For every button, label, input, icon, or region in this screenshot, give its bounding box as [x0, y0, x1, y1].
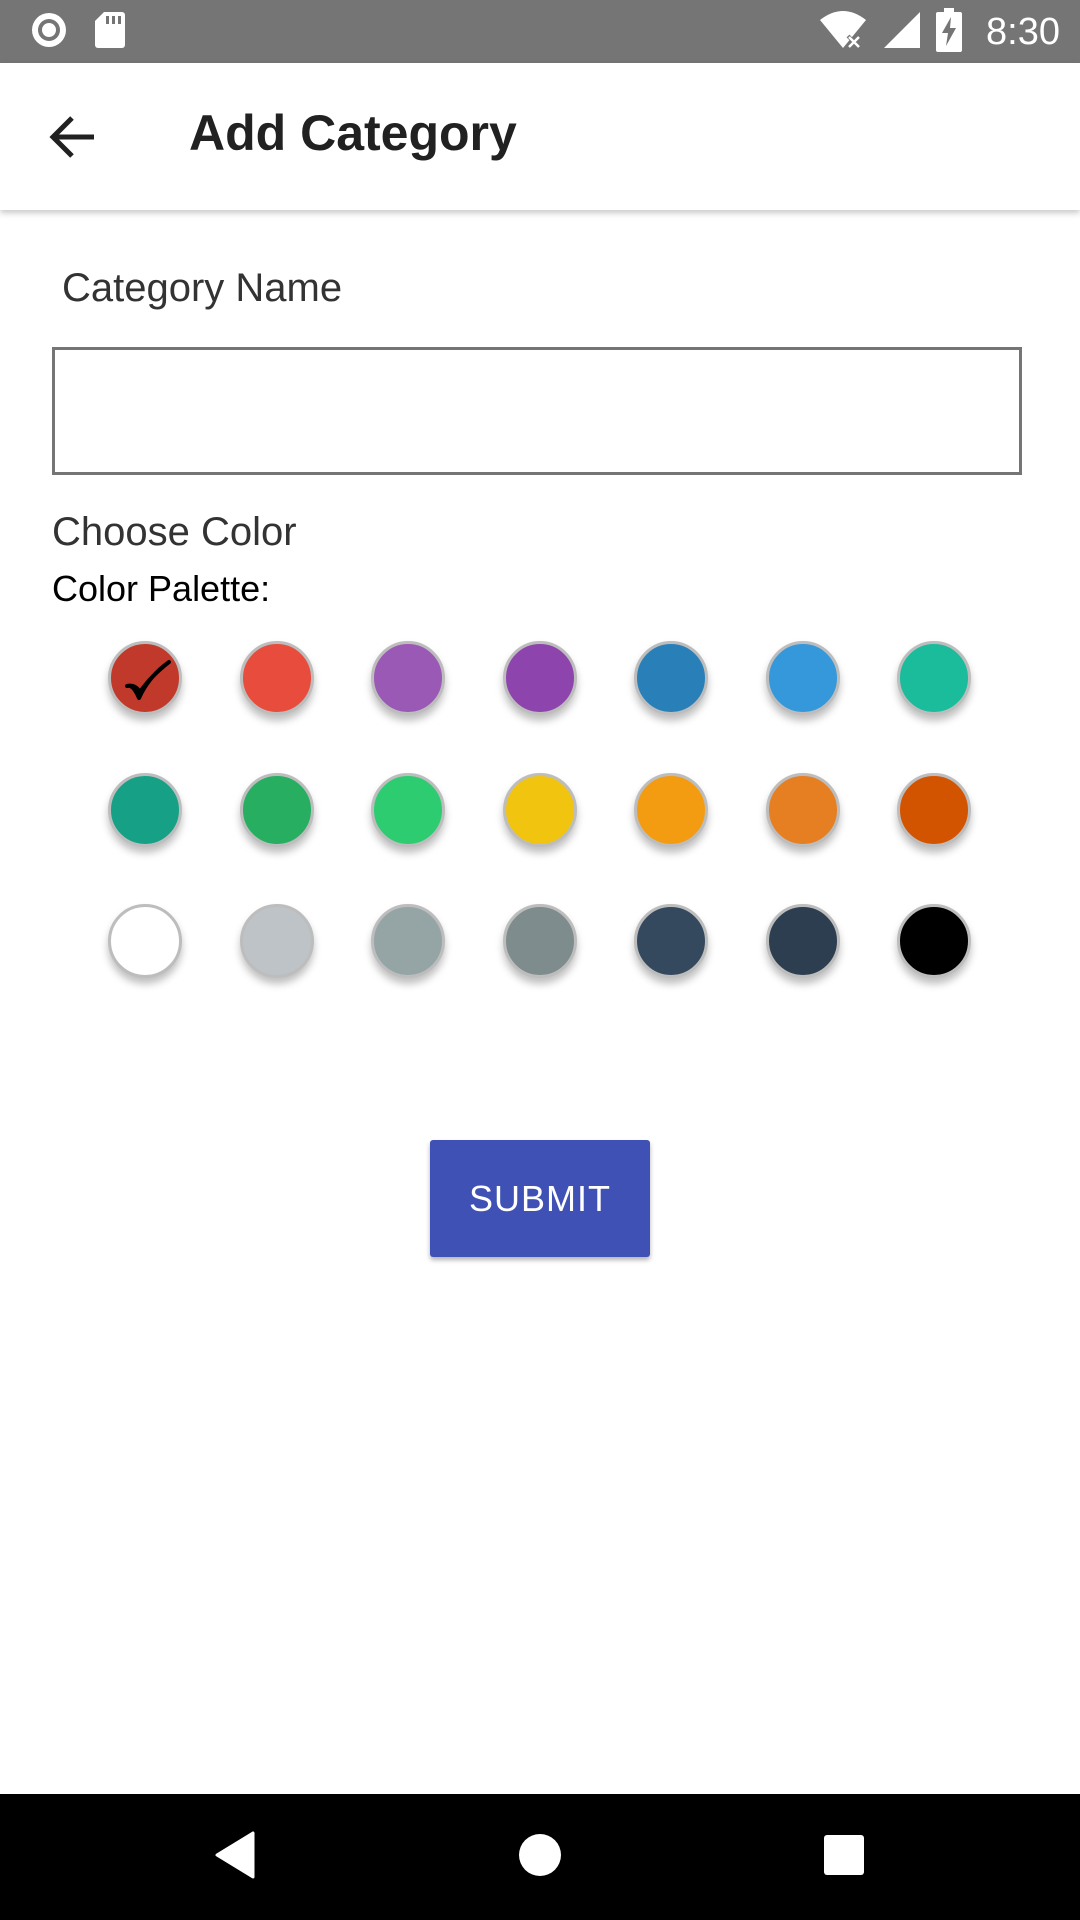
color-swatch[interactable]	[371, 772, 445, 847]
check-icon	[125, 660, 171, 700]
color-swatch[interactable]	[634, 904, 708, 978]
color-swatch[interactable]	[108, 904, 182, 978]
color-swatch[interactable]	[502, 904, 577, 978]
navigation-bar	[0, 1794, 1080, 1920]
nav-home-button[interactable]	[507, 1824, 573, 1890]
back-triangle-icon	[213, 1831, 257, 1884]
nav-back-button[interactable]	[202, 1824, 268, 1890]
submit-button[interactable]: SUBMIT	[430, 1140, 650, 1257]
color-swatch[interactable]	[239, 641, 314, 715]
choose-color-label: Choose Color	[52, 510, 297, 554]
recents-square-icon	[823, 1834, 865, 1881]
color-swatch[interactable]	[634, 772, 708, 847]
color-palette-label: Color Palette:	[52, 568, 271, 609]
color-swatch[interactable]	[502, 641, 577, 715]
color-swatch[interactable]	[634, 641, 708, 715]
color-swatch[interactable]	[897, 904, 971, 978]
wifi-icon	[818, 10, 868, 55]
color-swatch[interactable]	[239, 772, 314, 847]
page-title: Add Category	[189, 105, 517, 161]
color-swatch[interactable]	[239, 904, 314, 978]
back-button[interactable]	[34, 101, 110, 177]
color-swatch[interactable]	[108, 772, 182, 847]
color-swatch[interactable]	[108, 641, 182, 715]
sd-card-icon	[94, 11, 126, 54]
battery-charging-icon	[936, 7, 963, 57]
signal-icon	[882, 10, 922, 55]
color-swatch[interactable]	[765, 641, 840, 715]
category-name-label: Category Name	[62, 266, 343, 310]
screen: 8:30 Add Category Category Name Choose C…	[0, 0, 1080, 1920]
home-circle-icon	[518, 1833, 562, 1882]
nav-recents-button[interactable]	[811, 1824, 877, 1890]
color-swatch[interactable]	[765, 772, 840, 847]
color-swatch[interactable]	[765, 904, 840, 978]
app-bar: Add Category	[0, 63, 1080, 210]
status-bar: 8:30	[0, 0, 1080, 63]
color-swatch[interactable]	[502, 772, 577, 847]
category-name-input[interactable]	[52, 347, 1022, 475]
status-time: 8:30	[986, 10, 1060, 53]
color-swatch[interactable]	[897, 772, 971, 847]
color-swatch[interactable]	[897, 641, 971, 715]
record-icon	[30, 11, 68, 54]
color-swatch[interactable]	[371, 904, 445, 978]
arrow-left-icon	[48, 115, 96, 164]
color-swatch[interactable]	[371, 641, 445, 715]
